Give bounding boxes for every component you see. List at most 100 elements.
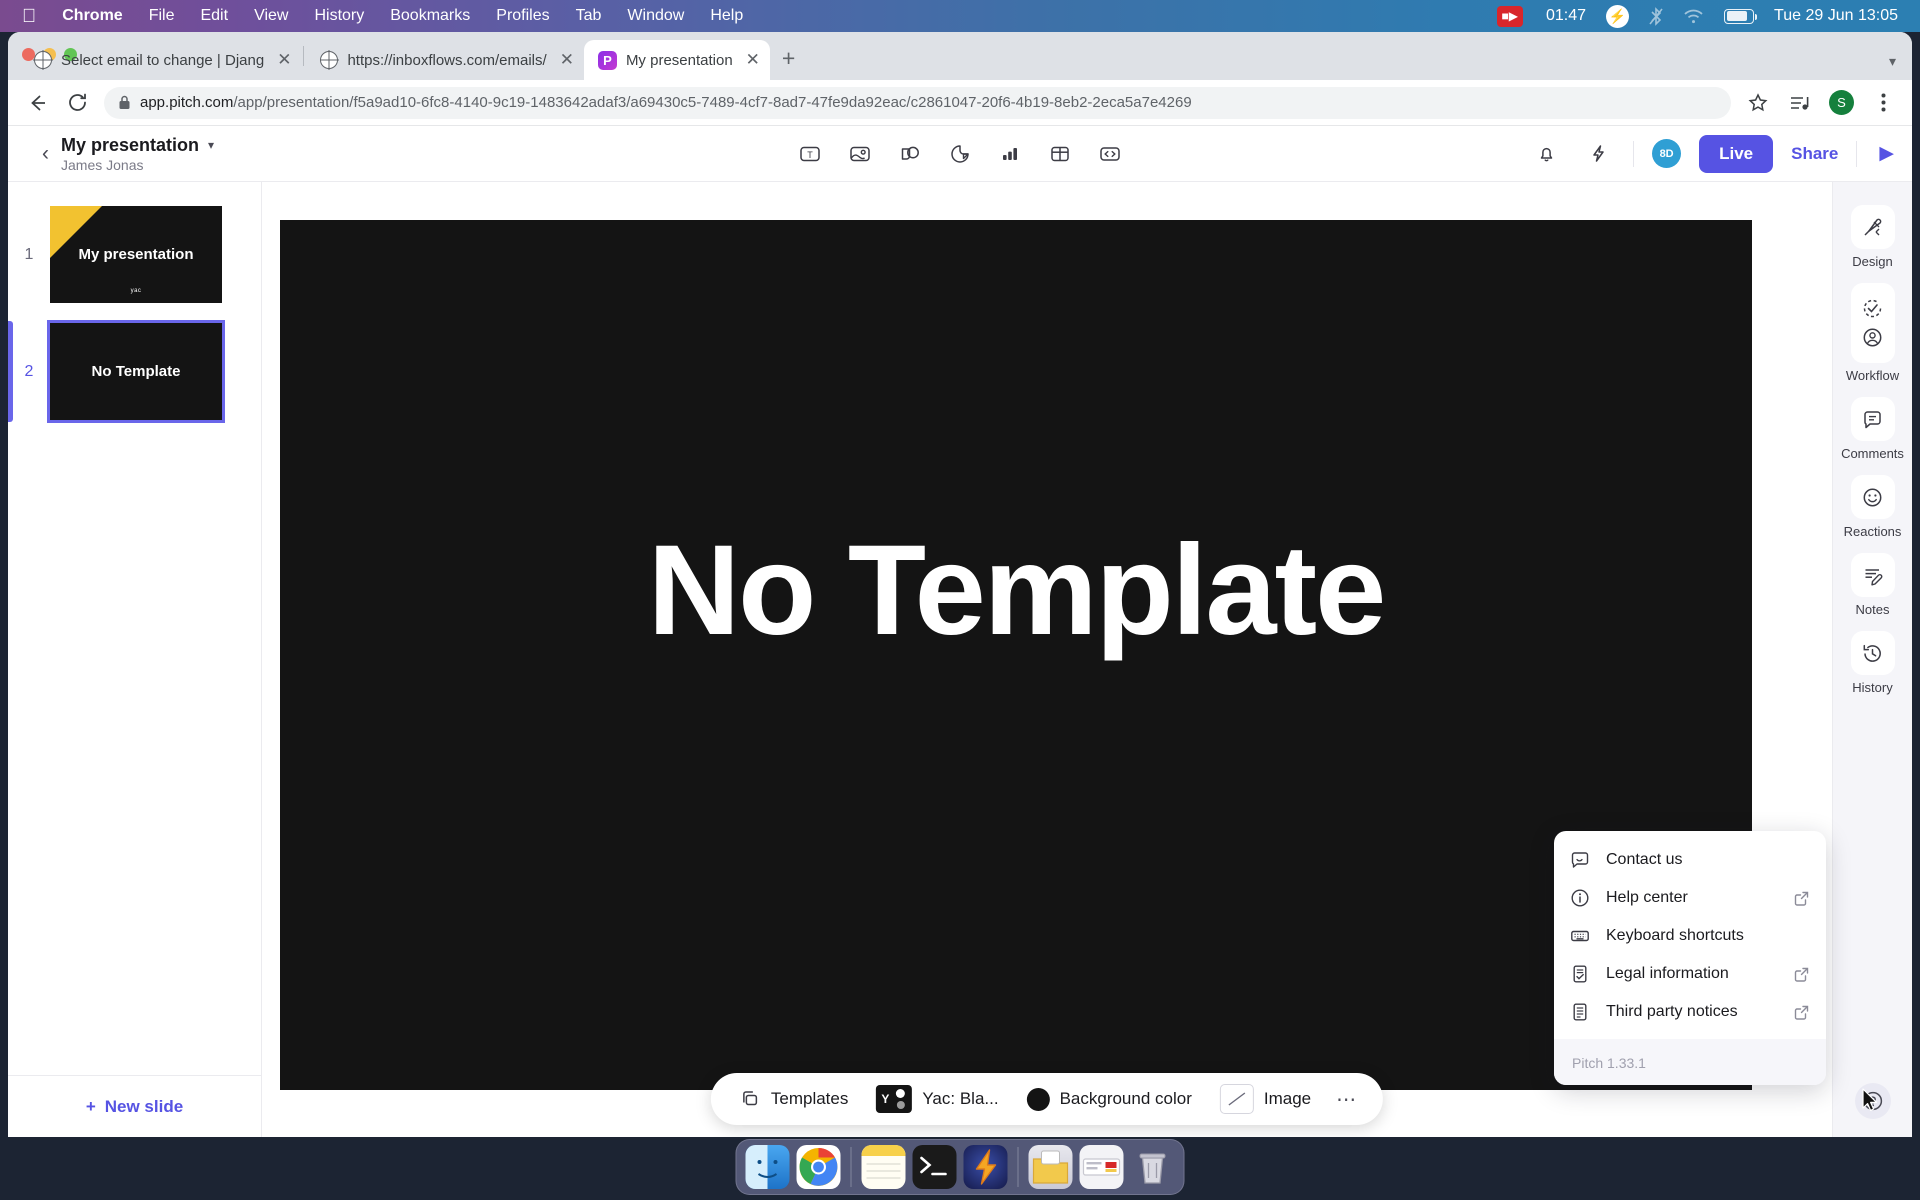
reading-list-icon[interactable] <box>1787 90 1813 116</box>
close-tab-icon[interactable]: ✕ <box>560 50 574 70</box>
menu-file[interactable]: File <box>149 7 175 25</box>
menu-tab[interactable]: Tab <box>576 7 602 25</box>
background-image-button[interactable]: Image <box>1211 1079 1320 1119</box>
templates-button[interactable]: Templates <box>731 1084 857 1115</box>
background-color-button[interactable]: Background color <box>1018 1083 1201 1116</box>
dock-app-terminal[interactable] <box>912 1145 957 1189</box>
share-button[interactable]: Share <box>1791 144 1838 164</box>
browser-tab-2[interactable]: https://inboxflows.com/emails/ ✕ <box>306 40 584 80</box>
embed-tool-button[interactable] <box>1093 137 1127 171</box>
rail-item-notes[interactable]: Notes <box>1833 550 1912 626</box>
help-menu-item-third-party-notices[interactable]: Third party notices <box>1554 993 1826 1031</box>
help-question-icon[interactable] <box>1854 1083 1891 1119</box>
new-slide-label: New slide <box>104 1096 184 1116</box>
menu-help[interactable]: Help <box>710 7 743 25</box>
wifi-icon[interactable] <box>1683 9 1704 24</box>
rail-label: Comments <box>1841 446 1904 461</box>
theme-button[interactable]: Y Yac: Bla... <box>867 1080 1007 1118</box>
chart-tool-button[interactable] <box>993 137 1027 171</box>
dock-app-finder[interactable] <box>745 1145 790 1189</box>
help-menu-label: Third party notices <box>1606 1003 1738 1020</box>
help-menu-item-legal-information[interactable]: Legal information <box>1554 955 1826 993</box>
background-color-label: Background color <box>1059 1089 1192 1108</box>
back-button[interactable] <box>24 90 50 116</box>
notes-pencil-icon <box>1850 553 1895 597</box>
more-dots-icon[interactable]: ⋯ <box>1330 1087 1363 1112</box>
kebab-menu-icon[interactable] <box>1870 90 1896 116</box>
chat-bubble-icon <box>1570 850 1590 870</box>
slide-list-item-1[interactable]: 1 My presentation yac <box>8 196 261 313</box>
sticker-tool-button[interactable] <box>943 137 977 171</box>
help-menu-item-contact-us[interactable]: Contact us <box>1554 841 1826 879</box>
live-button[interactable]: Live <box>1699 134 1774 173</box>
lightning-icon[interactable] <box>1581 137 1615 171</box>
present-play-icon[interactable]: ▶ <box>1875 142 1894 165</box>
browser-tab-3[interactable]: P My presentation ✕ <box>583 40 770 80</box>
text-tool-button[interactable]: T <box>793 137 827 171</box>
bell-icon[interactable] <box>1529 137 1563 171</box>
presence-avatar[interactable]: 8D <box>1652 139 1682 168</box>
screen-recording-icon[interactable]: ■▶ <box>1496 5 1523 27</box>
dock-divider <box>850 1147 852 1187</box>
rail-item-reactions[interactable]: Reactions <box>1833 472 1912 548</box>
chrome-profile-avatar[interactable]: S <box>1829 90 1854 115</box>
slide-canvas[interactable]: No Template <box>280 220 1752 1090</box>
apple-logo-icon[interactable]:  <box>22 7 36 26</box>
menu-history[interactable]: History <box>314 7 364 25</box>
image-tool-button[interactable] <box>843 137 877 171</box>
insert-toolbar: T <box>793 137 1127 171</box>
recording-timer: 01:47 <box>1546 7 1587 24</box>
table-tool-button[interactable] <box>1043 137 1077 171</box>
bookmark-star-icon[interactable] <box>1745 90 1771 116</box>
dock-app-download-item[interactable] <box>1079 1145 1124 1189</box>
help-menu-item-help-center[interactable]: Help center <box>1554 879 1826 917</box>
battery-icon[interactable] <box>1724 8 1758 24</box>
tab-search-icon[interactable]: ▾ <box>1889 53 1912 80</box>
menubar-datetime[interactable]: Tue 29 Jun 13:05 <box>1774 7 1898 25</box>
help-menu-item-keyboard-shortcuts[interactable]: Keyboard shortcuts <box>1554 917 1826 955</box>
dock-app-downloads-folder[interactable] <box>1028 1145 1073 1189</box>
reload-button[interactable] <box>64 90 90 116</box>
rail-item-design[interactable]: Design <box>1833 202 1912 278</box>
external-link-icon <box>1793 1004 1810 1021</box>
shapes-tool-button[interactable] <box>893 137 927 171</box>
slide-thumbnail[interactable]: My presentation yac <box>50 206 222 303</box>
dock-app-notes[interactable] <box>861 1145 906 1189</box>
menu-window[interactable]: Window <box>627 7 684 25</box>
help-menu-label: Contact us <box>1606 851 1683 868</box>
dock-app-chrome[interactable] <box>796 1145 841 1189</box>
menu-view[interactable]: View <box>254 7 288 25</box>
no-image-icon <box>1219 1084 1254 1114</box>
back-chevron-icon[interactable]: ‹ <box>26 142 61 166</box>
slide-thumbnail[interactable]: No Template <box>47 320 225 423</box>
new-tab-button[interactable]: + <box>782 45 795 72</box>
screen:  Chrome File Edit View History Bookmark… <box>0 0 1920 1200</box>
rail-item-history[interactable]: History <box>1833 628 1912 704</box>
browser-tab-1[interactable]: Select email to change | Djang ✕ <box>20 40 301 80</box>
dock-app-trash[interactable] <box>1131 1145 1175 1189</box>
yac-logo: yac <box>130 288 142 294</box>
chevron-down-icon[interactable]: ▾ <box>208 138 214 152</box>
new-slide-button[interactable]: + New slide <box>8 1075 261 1137</box>
menu-profiles[interactable]: Profiles <box>496 7 549 25</box>
close-tab-icon[interactable]: ✕ <box>746 50 760 70</box>
macos-menubar:  Chrome File Edit View History Bookmark… <box>0 0 1920 32</box>
theme-label: Yac: Bla... <box>922 1089 999 1108</box>
menu-edit[interactable]: Edit <box>200 7 228 25</box>
menu-chrome[interactable]: Chrome <box>62 7 122 25</box>
menu-bookmarks[interactable]: Bookmarks <box>390 7 470 25</box>
header-divider <box>1633 140 1635 167</box>
address-bar[interactable]: app.pitch.com/app/presentation/f5a9ad10-… <box>104 86 1731 119</box>
close-tab-icon[interactable]: ✕ <box>277 50 291 70</box>
bluetooth-off-icon[interactable] <box>1649 6 1663 26</box>
rail-item-comments[interactable]: Comments <box>1833 394 1912 470</box>
bolt-icon[interactable]: ⚡ <box>1606 4 1630 28</box>
slide-list-item-2[interactable]: 2 No Template <box>8 313 261 430</box>
slide-text[interactable]: No Template <box>648 517 1387 664</box>
tab-divider <box>303 46 305 66</box>
rail-item-workflow[interactable]: Workflow <box>1833 280 1912 392</box>
presentation-title-block: My presentation ▾ James Jonas <box>61 135 214 173</box>
dock-app-lightning[interactable] <box>963 1145 1008 1189</box>
tab-title: Select email to change | Djang <box>61 51 265 69</box>
page-title[interactable]: My presentation <box>61 135 199 156</box>
